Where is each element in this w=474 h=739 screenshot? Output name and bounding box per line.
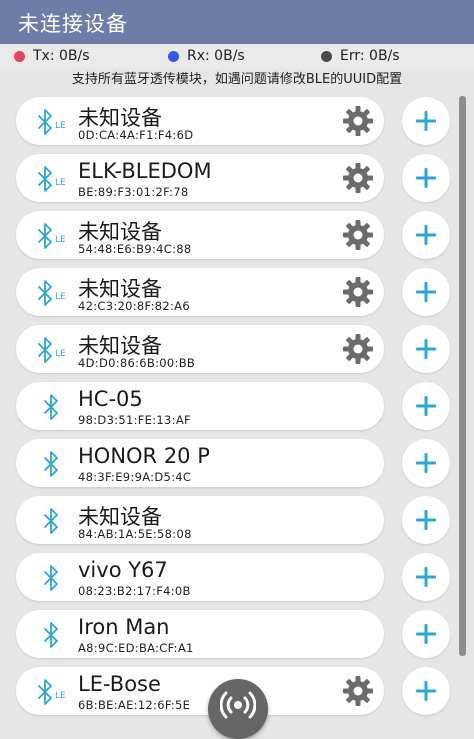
device-card[interactable]: Iron Man A8:9C:ED:BA:CF:A1 — [16, 610, 384, 658]
connect-device-button[interactable] — [402, 610, 450, 658]
gear-icon — [342, 676, 374, 711]
device-row: 未知设备 84:AB:1A:5E:58:08 — [0, 494, 474, 546]
gear-icon — [342, 163, 374, 198]
device-card[interactable]: LE 未知设备 0D:CA:4A:F1:F4:6D — [16, 97, 384, 145]
device-mac: 08:23:B2:17:F4:0B — [78, 584, 191, 598]
device-mac: 6B:BE:AE:12:6F:5E — [78, 698, 191, 712]
connect-device-button[interactable] — [402, 553, 450, 601]
rx-label: Rx: 0B/s — [187, 48, 245, 64]
app-bar: 未连接设备 — [0, 0, 474, 44]
scrollbar[interactable] — [459, 96, 466, 656]
ble-badge: LE — [55, 235, 66, 245]
device-mac: BE:89:F3:01:2F:78 — [78, 185, 189, 199]
device-mac: 54:48:E6:B9:4C:88 — [78, 242, 192, 256]
bluetooth-icon: LE — [38, 109, 66, 135]
device-card[interactable]: HONOR 20 P 48:3F:E9:9A:D5:4C — [16, 439, 384, 487]
connect-device-button[interactable] — [402, 154, 450, 202]
device-card[interactable]: vivo Y67 08:23:B2:17:F4:0B — [16, 553, 384, 601]
device-row: vivo Y67 08:23:B2:17:F4:0B — [0, 551, 474, 603]
rx-indicator-icon — [168, 50, 179, 62]
gear-icon — [342, 334, 374, 369]
device-name: vivo Y67 — [78, 558, 168, 582]
device-card[interactable]: LE 未知设备 42:C3:20:8F:82:A6 — [16, 268, 384, 316]
device-card[interactable]: HC-05 98:D3:51:FE:13:AF — [16, 382, 384, 430]
device-row: Iron Man A8:9C:ED:BA:CF:A1 — [0, 608, 474, 660]
ble-badge: LE — [55, 691, 66, 701]
device-settings-button[interactable] — [342, 105, 374, 137]
device-row: HC-05 98:D3:51:FE:13:AF — [0, 380, 474, 432]
connect-device-button[interactable] — [402, 268, 450, 316]
traffic-stats: Tx: 0B/s Rx: 0B/s Err: 0B/s — [0, 44, 474, 68]
device-mac: 48:3F:E9:9A:D5:4C — [78, 470, 192, 484]
connect-device-button[interactable] — [402, 667, 450, 715]
bluetooth-icon: LE — [38, 223, 66, 249]
bluetooth-icon — [44, 451, 58, 477]
err-stat: Err: 0B/s — [321, 46, 400, 66]
broadcast-icon — [220, 691, 256, 719]
device-row: HONOR 20 P 48:3F:E9:9A:D5:4C — [0, 437, 474, 489]
connect-device-button[interactable] — [402, 439, 450, 487]
bluetooth-icon: LE — [38, 679, 66, 705]
bluetooth-icon: LE — [38, 337, 66, 363]
device-card[interactable]: 未知设备 84:AB:1A:5E:58:08 — [16, 496, 384, 544]
device-card[interactable]: LE ELK-BLEDOM BE:89:F3:01:2F:78 — [16, 154, 384, 202]
device-mac: 84:AB:1A:5E:58:08 — [78, 527, 192, 541]
device-settings-button[interactable] — [342, 219, 374, 251]
bluetooth-icon: LE — [38, 166, 66, 192]
device-row: LE 未知设备 0D:CA:4A:F1:F4:6D — [0, 95, 474, 147]
err-indicator-icon — [321, 50, 332, 62]
device-row: LE 未知设备 42:C3:20:8F:82:A6 — [0, 266, 474, 318]
device-mac: 98:D3:51:FE:13:AF — [78, 413, 191, 427]
device-settings-button[interactable] — [342, 675, 374, 707]
tx-stat: Tx: 0B/s — [14, 46, 90, 66]
uuid-hint: 支持所有蓝牙透传模块，如遇问题请修改BLE的UUID配置 — [71, 72, 403, 87]
device-card[interactable]: LE 未知设备 54:48:E6:B9:4C:88 — [16, 211, 384, 259]
device-settings-button[interactable] — [342, 162, 374, 194]
device-card[interactable]: LE 未知设备 4D:D0:86:6B:00:BB — [16, 325, 384, 373]
ble-badge: LE — [55, 121, 66, 131]
device-row: LE ELK-BLEDOM BE:89:F3:01:2F:78 — [0, 152, 474, 204]
bluetooth-icon — [44, 508, 58, 534]
device-name: HONOR 20 P — [78, 444, 210, 468]
gear-icon — [342, 220, 374, 255]
device-mac: 42:C3:20:8F:82:A6 — [78, 299, 190, 313]
ble-badge: LE — [55, 349, 66, 359]
rx-stat: Rx: 0B/s — [168, 46, 245, 66]
ble-badge: LE — [55, 292, 66, 302]
bluetooth-icon: LE — [38, 280, 66, 306]
device-name: ELK-BLEDOM — [78, 159, 212, 183]
connect-device-button[interactable] — [402, 382, 450, 430]
device-name: LE-Bose — [78, 672, 161, 696]
device-name: HC-05 — [78, 387, 143, 411]
tx-label: Tx: 0B/s — [33, 48, 90, 64]
bluetooth-icon — [44, 565, 58, 591]
device-mac: 4D:D0:86:6B:00:BB — [78, 356, 196, 370]
err-label: Err: 0B/s — [340, 48, 400, 64]
gear-icon — [342, 277, 374, 312]
device-mac: A8:9C:ED:BA:CF:A1 — [78, 641, 194, 655]
connect-device-button[interactable] — [402, 325, 450, 373]
device-row: LE 未知设备 4D:D0:86:6B:00:BB — [0, 323, 474, 375]
device-row: LE 未知设备 54:48:E6:B9:4C:88 — [0, 209, 474, 261]
bluetooth-icon — [44, 394, 58, 420]
scan-fab-button[interactable] — [208, 679, 268, 739]
page-title: 未连接设备 — [18, 12, 128, 36]
device-mac: 0D:CA:4A:F1:F4:6D — [78, 128, 194, 142]
device-name: Iron Man — [78, 615, 170, 639]
connect-device-button[interactable] — [402, 211, 450, 259]
ble-badge: LE — [55, 178, 66, 188]
device-card[interactable]: LE LE-Bose 6B:BE:AE:12:6F:5E — [16, 667, 384, 715]
bluetooth-icon — [44, 622, 58, 648]
tx-indicator-icon — [14, 50, 25, 62]
device-settings-button[interactable] — [342, 276, 374, 308]
connect-device-button[interactable] — [402, 97, 450, 145]
gear-icon — [342, 106, 374, 141]
connect-device-button[interactable] — [402, 496, 450, 544]
device-settings-button[interactable] — [342, 333, 374, 365]
